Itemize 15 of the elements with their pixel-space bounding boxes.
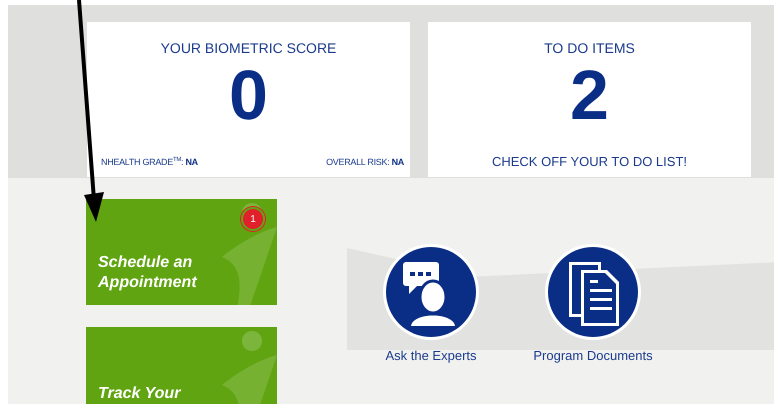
card-value: 0 (229, 58, 268, 132)
action-tile[interactable]: Schedule an Appointment 1 (86, 199, 277, 306)
documents-icon[interactable] (543, 242, 643, 342)
risk-label: OVERALL RISK: NA (326, 157, 404, 167)
quick-link[interactable]: Ask the Experts (385, 348, 477, 363)
card-title: TO DO ITEMS (544, 40, 635, 56)
todo-link[interactable]: CHECK OFF YOUR TO DO LIST! (492, 154, 688, 169)
grade-label: NHEALTH GRADE$^{TM}$: NA (101, 157, 198, 167)
tile-label: Schedule an Appointment (98, 253, 198, 294)
tile-label: Track Your (98, 384, 180, 404)
person-chat-icon[interactable] (381, 242, 481, 342)
card-value: 2 (570, 58, 609, 132)
quick-link[interactable]: Program Documents (533, 348, 653, 363)
notification-badge: 1 (243, 209, 263, 229)
card-title: YOUR BIOMETRIC SCORE (160, 40, 336, 56)
